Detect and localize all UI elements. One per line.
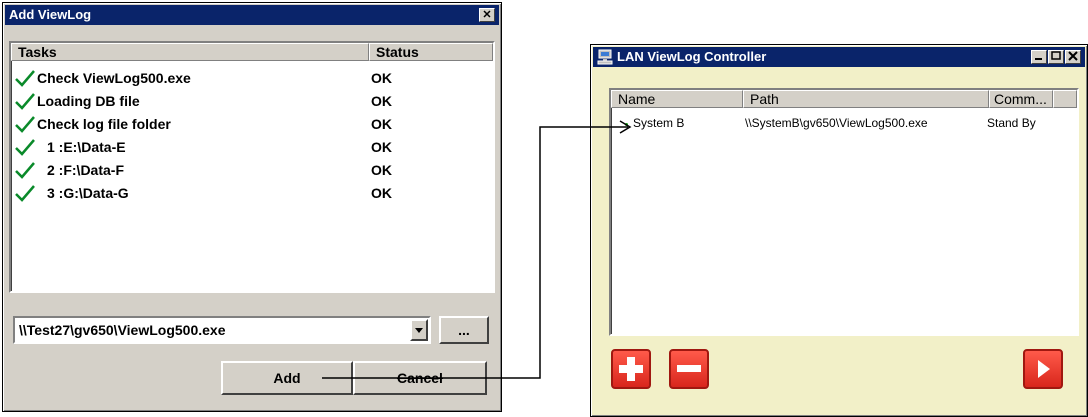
status-dot-icon bbox=[625, 123, 628, 126]
add-viewlog-titlebar: Add ViewLog ✕ bbox=[5, 5, 499, 25]
task-row: 3 :G:\Data-G OK bbox=[13, 182, 491, 204]
close-icon[interactable]: ✕ bbox=[479, 8, 495, 22]
task-status: OK bbox=[371, 116, 392, 132]
start-button[interactable] bbox=[1023, 349, 1063, 389]
row-name: System B bbox=[633, 116, 685, 130]
task-row: 2 :F:\Data-F OK bbox=[13, 159, 491, 181]
task-name: 3 :G:\Data-G bbox=[47, 185, 129, 201]
task-status: OK bbox=[371, 162, 392, 178]
task-status: OK bbox=[371, 139, 392, 155]
column-header-name[interactable]: Name bbox=[611, 90, 743, 108]
task-name: Loading DB file bbox=[37, 93, 140, 109]
remove-system-button[interactable] bbox=[669, 349, 709, 389]
network-icon bbox=[597, 49, 613, 65]
cancel-button[interactable]: Cancel bbox=[353, 361, 487, 395]
checkmark-icon bbox=[15, 162, 35, 179]
task-row: Check log file folder OK bbox=[13, 113, 491, 135]
add-button[interactable]: Add bbox=[221, 361, 353, 395]
add-viewlog-title: Add ViewLog bbox=[9, 7, 92, 22]
task-row: Loading DB file OK bbox=[13, 90, 491, 112]
chevron-down-icon[interactable] bbox=[410, 319, 428, 341]
task-status: OK bbox=[371, 70, 392, 86]
task-status: OK bbox=[371, 185, 392, 201]
close-icon[interactable] bbox=[1065, 50, 1081, 64]
path-combobox[interactable]: \\Test27\gv650\ViewLog500.exe bbox=[13, 316, 431, 344]
task-status: OK bbox=[371, 93, 392, 109]
checkmark-icon bbox=[15, 116, 35, 133]
browse-button[interactable]: ... bbox=[439, 316, 489, 344]
task-name: Check ViewLog500.exe bbox=[37, 70, 191, 86]
task-name: 1 :E:\Data-E bbox=[47, 139, 126, 155]
plus-icon bbox=[619, 357, 643, 381]
table-row[interactable]: System B \\SystemB\gv650\ViewLog500.exe … bbox=[611, 114, 1077, 132]
controller-titlebar: LAN ViewLog Controller bbox=[593, 47, 1085, 67]
column-header-comm[interactable]: Comm... bbox=[989, 90, 1053, 108]
system-list: Name Path Comm... System B \\SystemB\gv6… bbox=[609, 88, 1079, 336]
play-icon bbox=[1038, 360, 1050, 378]
minimize-icon[interactable] bbox=[1031, 50, 1047, 64]
controller-title: LAN ViewLog Controller bbox=[617, 49, 767, 64]
column-header-status[interactable]: Status bbox=[369, 43, 493, 61]
task-name: 2 :F:\Data-F bbox=[47, 162, 124, 178]
minus-icon bbox=[677, 365, 701, 372]
add-viewlog-dialog: Add ViewLog ✕ Tasks Status Check ViewLog… bbox=[2, 2, 502, 412]
column-header-path[interactable]: Path bbox=[743, 90, 989, 108]
lan-viewlog-controller-window: LAN ViewLog Controller Name Path Comm...… bbox=[590, 44, 1088, 417]
add-system-button[interactable] bbox=[611, 349, 651, 389]
checkmark-icon bbox=[15, 185, 35, 202]
checkmark-icon bbox=[15, 139, 35, 156]
row-comm: Stand By bbox=[987, 116, 1036, 130]
checkmark-icon bbox=[15, 70, 35, 87]
task-name: Check log file folder bbox=[37, 116, 171, 132]
row-path: \\SystemB\gv650\ViewLog500.exe bbox=[745, 116, 928, 130]
task-row: 1 :E:\Data-E OK bbox=[13, 136, 491, 158]
column-header-filler bbox=[1053, 90, 1077, 108]
column-header-tasks[interactable]: Tasks bbox=[11, 43, 369, 61]
path-input[interactable]: \\Test27\gv650\ViewLog500.exe bbox=[19, 322, 226, 338]
checkmark-icon bbox=[15, 93, 35, 110]
task-list: Tasks Status Check ViewLog500.exe OK Loadi… bbox=[9, 41, 495, 293]
maximize-icon[interactable] bbox=[1048, 50, 1064, 64]
task-row: Check ViewLog500.exe OK bbox=[13, 67, 491, 89]
